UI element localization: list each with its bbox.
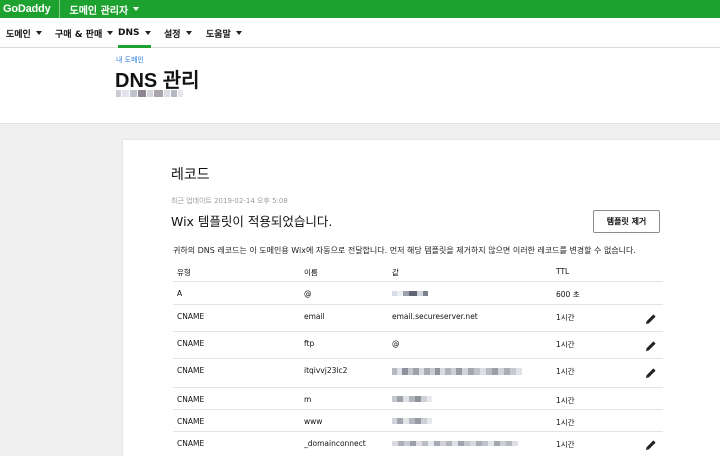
record-value: @ — [392, 339, 400, 348]
chevron-down-icon — [133, 7, 140, 11]
records-description: 귀하의 DNS 레코드는 이 도메인용 Wix에 자동으로 전달합니다. 먼저 … — [173, 246, 636, 255]
nav-item-domain[interactable]: 도메인 — [6, 18, 42, 48]
edit-pencil-icon[interactable] — [645, 313, 657, 325]
record-type: CNAME — [177, 366, 205, 375]
redacted-value — [392, 441, 518, 446]
record-name: itqivvj23lc2 — [304, 366, 348, 375]
record-type: CNAME — [177, 417, 205, 426]
table-row: A @ 600 초 — [173, 281, 663, 304]
table-row: CNAME email email.secureserver.net 1시간 — [173, 304, 663, 331]
nav-item-label: 도메인 — [6, 29, 31, 40]
table-row: CNAME itqivvj23lc2 1시간 — [173, 358, 663, 387]
redacted-value — [392, 291, 428, 296]
record-name: ftp — [304, 339, 315, 348]
product-label: 도메인 관리자 — [69, 5, 129, 17]
table-row: CNAME m 1시간 — [173, 387, 663, 409]
record-value: email.secureserver.net — [392, 312, 478, 321]
record-ttl: 1시간 — [556, 367, 575, 376]
redacted-value — [392, 418, 432, 424]
column-header-value: 값 — [392, 268, 399, 277]
template-applied-message: Wix 템플릿이 적용되었습니다. — [171, 214, 333, 229]
record-name: email — [304, 312, 325, 321]
record-ttl: 1시간 — [556, 440, 575, 449]
nav-item-help[interactable]: 도움말 — [206, 18, 242, 48]
chevron-down-icon — [144, 31, 151, 35]
page-header: 내 도메인 DNS 관리 — [0, 48, 720, 124]
records-card: 레코드 최근 업데이트 2019-02-14 오후 5:08 Wix 템플릿이 … — [123, 140, 720, 456]
table-row: CNAME www 1시간 — [173, 409, 663, 431]
record-type: CNAME — [177, 312, 205, 321]
records-title: 레코드 — [171, 167, 210, 183]
chevron-down-icon — [35, 31, 42, 35]
column-header-type: 유형 — [177, 268, 191, 277]
record-ttl: 1시간 — [556, 418, 575, 427]
nav-item-settings[interactable]: 설정 — [164, 18, 192, 48]
edit-pencil-icon[interactable] — [645, 340, 657, 352]
edit-pencil-icon[interactable] — [645, 439, 657, 451]
chevron-down-icon — [235, 31, 242, 35]
nav-item-label: 도움말 — [206, 29, 231, 40]
redacted-value — [392, 396, 432, 402]
nav-item-dns[interactable]: DNS — [118, 18, 151, 48]
godaddy-logo[interactable]: GoDaddy — [0, 3, 51, 15]
nav-item-label: 설정 — [164, 29, 181, 40]
column-header-name: 이름 — [304, 268, 318, 277]
nav-item-label: DNS — [118, 28, 140, 38]
record-name: www — [304, 417, 323, 426]
remove-template-button[interactable]: 템플릿 제거 — [593, 210, 660, 233]
table-row: CNAME ftp @ 1시간 — [173, 331, 663, 358]
record-ttl: 600 초 — [556, 290, 580, 299]
last-updated: 최근 업데이트 2019-02-14 오후 5:08 — [171, 197, 288, 205]
nav-item-label: 구매 & 판매 — [55, 29, 103, 40]
record-name: @ — [304, 289, 312, 298]
record-ttl: 1시간 — [556, 340, 575, 349]
record-name: m — [304, 395, 312, 404]
record-type: A — [177, 289, 183, 298]
main-nav: 도메인 구매 & 판매 DNS 설정 도움말 — [0, 18, 720, 48]
redacted-domain-name — [116, 90, 183, 97]
record-type: CNAME — [177, 439, 205, 448]
chevron-down-icon — [107, 31, 114, 35]
record-name: _domainconnect — [304, 439, 366, 448]
table-row: CNAME _domainconnect 1시간 — [173, 431, 663, 456]
product-menu[interactable]: 도메인 관리자 — [70, 2, 140, 17]
record-ttl: 1시간 — [556, 396, 575, 405]
record-ttl: 1시간 — [556, 313, 575, 322]
record-type: CNAME — [177, 395, 205, 404]
page-title: DNS 관리 — [115, 70, 200, 92]
column-header-ttl: TTL — [556, 267, 570, 276]
redacted-value — [392, 368, 522, 375]
divider — [58, 0, 60, 18]
record-type: CNAME — [177, 339, 205, 348]
chevron-down-icon — [185, 31, 192, 35]
nav-item-buy-sell[interactable]: 구매 & 판매 — [55, 18, 114, 48]
edit-pencil-icon[interactable] — [645, 367, 657, 379]
top-bar: GoDaddy 도메인 관리자 — [0, 0, 720, 18]
